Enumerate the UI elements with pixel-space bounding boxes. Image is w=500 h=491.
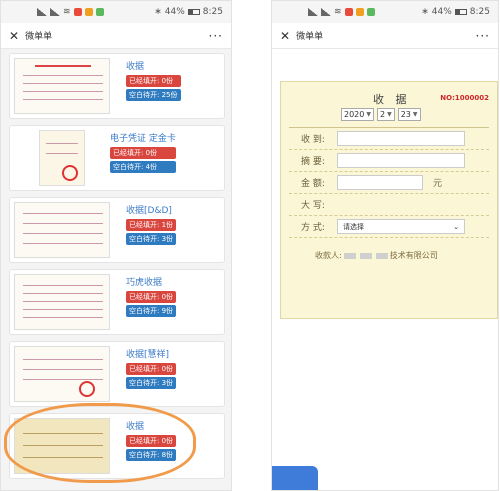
empty-count-badge: 空白待开: 3份 — [126, 377, 177, 389]
battery-percent: 44% — [431, 7, 452, 17]
status-time: 8:25 — [469, 7, 490, 17]
filled-count-badge: 已经填开: 1份 — [126, 219, 177, 231]
method-row: 方 式: 请选择 ⌄ — [289, 216, 489, 238]
template-name[interactable]: 电子凭证 定金卡 — [110, 131, 176, 144]
battery-icon — [187, 9, 200, 15]
page-title: 微单单 — [296, 32, 324, 42]
more-options-icon[interactable]: ··· — [476, 29, 490, 43]
template-thumbnail — [14, 418, 110, 474]
summary-label: 摘 要: — [301, 157, 325, 167]
template-card[interactable]: 电子凭证 定金卡 已经填开: 0份 空白待开: 4份 — [9, 125, 225, 191]
payee-company: 技术有限公司 — [389, 251, 438, 260]
app-notification-icon — [84, 8, 93, 16]
template-thumbnail — [14, 346, 110, 402]
template-thumbnail — [14, 274, 110, 330]
payee-label: 收款人: — [315, 251, 342, 260]
wifi-icon: ≋ — [334, 7, 342, 17]
empty-count-badge: 空白待开: 25份 — [126, 89, 181, 101]
app-notification-icon — [344, 8, 353, 16]
year-select[interactable]: 2020 ▼ — [341, 108, 374, 121]
amount-label: 金 额: — [301, 179, 325, 189]
redacted-text — [375, 252, 388, 259]
chevron-down-icon: ▼ — [387, 111, 392, 118]
received-row: 收 到: — [289, 128, 489, 150]
title-bar: ✕ 微单单 ··· — [272, 23, 498, 49]
payment-method-select[interactable]: 请选择 ⌄ — [337, 219, 465, 234]
month-select[interactable]: 2 ▼ — [376, 108, 395, 121]
chevron-down-icon: ▼ — [412, 111, 418, 118]
receipt-title: 收 据 — [373, 93, 411, 106]
empty-count-badge: 空白待开: 4份 — [110, 161, 176, 173]
bluetooth-icon: ∗ — [421, 7, 429, 17]
summary-row: 摘 要: — [289, 150, 489, 172]
app-notification-icon — [95, 8, 104, 16]
template-card[interactable]: 收据 已经填开: 0份 空白待开: 8份 — [9, 413, 225, 479]
filled-count-badge: 已经填开: 0份 — [110, 147, 176, 159]
right-screen: ≋ ∗ 44% 8:25 ✕ 微单单 ··· 收 据 NO:1000002 20… — [271, 0, 499, 491]
wifi-icon: ≋ — [63, 7, 71, 17]
template-name[interactable]: 收据 — [126, 419, 176, 432]
filled-count-badge: 已经填开: 0份 — [126, 291, 177, 303]
status-bar: ≋ ∗ 44% 8:25 — [272, 1, 498, 23]
template-thumbnail — [14, 202, 110, 258]
date-selector: 2020 ▼ 2 ▼ 23 ▼ — [341, 108, 489, 121]
filled-count-badge: 已经填开: 0份 — [126, 75, 181, 87]
signal-icon — [308, 8, 318, 16]
signal-icon — [50, 8, 60, 16]
template-thumbnail — [14, 58, 110, 114]
filled-count-badge: 已经填开: 0份 — [126, 435, 177, 447]
signal-icon — [321, 8, 331, 16]
template-card[interactable]: 收据[D&D] 已经填开: 1份 空白待开: 3份 — [9, 197, 225, 263]
empty-count-badge: 空白待开: 8份 — [126, 449, 177, 461]
app-notification-icon — [73, 8, 82, 16]
receipt-template-list: 收据 已经填开: 0份 空白待开: 25份 电子凭证 定金卡 已经填开: 0份 … — [1, 49, 231, 490]
template-card[interactable]: 巧虎收据 已经填开: 0份 空白待开: 9份 — [9, 269, 225, 335]
received-input[interactable] — [337, 131, 465, 146]
amount-row: 金 额: 元 — [289, 172, 489, 194]
battery-percent: 44% — [164, 7, 185, 17]
status-bar: ≋ ∗ 44% 8:25 — [1, 1, 231, 23]
redacted-text — [359, 252, 372, 259]
receipt-form: 收 据 NO:1000002 2020 ▼ 2 ▼ 23 ▼ 收 到: 摘 要: 金 … — [280, 81, 498, 319]
battery-icon — [454, 9, 467, 15]
upper-row: 大 写: — [289, 194, 489, 216]
summary-input[interactable] — [337, 153, 465, 168]
bottom-action-button[interactable] — [272, 466, 318, 490]
bluetooth-icon: ∗ — [154, 7, 162, 17]
empty-count-badge: 空白待开: 9份 — [126, 305, 177, 317]
amount-unit: 元 — [433, 179, 443, 189]
method-label: 方 式: — [301, 223, 325, 233]
day-select[interactable]: 23 ▼ — [397, 108, 421, 121]
receipt-form-area: 收 据 NO:1000002 2020 ▼ 2 ▼ 23 ▼ 收 到: 摘 要: 金 … — [272, 49, 498, 490]
template-name[interactable]: 收据 — [126, 59, 181, 72]
filled-count-badge: 已经填开: 0份 — [126, 363, 177, 375]
payee-row: 收款人: 技术有限公司 — [289, 250, 489, 261]
template-thumbnail — [39, 130, 85, 186]
empty-count-badge: 空白待开: 3份 — [126, 233, 177, 245]
left-screen: ≋ ∗ 44% 8:25 ✕ 微单单 ··· 收据 已经填开: 0份 空白待开:… — [0, 0, 232, 491]
close-icon[interactable]: ✕ — [280, 29, 290, 43]
chevron-down-icon: ▼ — [366, 111, 371, 118]
chevron-down-icon: ⌄ — [453, 222, 459, 231]
template-card[interactable]: 收据 已经填开: 0份 空白待开: 25份 — [9, 53, 225, 119]
upper-label: 大 写: — [301, 201, 325, 211]
template-name[interactable]: 收据[D&D] — [126, 203, 176, 216]
app-notification-icon — [355, 8, 364, 16]
received-label: 收 到: — [301, 135, 325, 145]
close-icon[interactable]: ✕ — [9, 29, 19, 43]
more-options-icon[interactable]: ··· — [209, 29, 223, 43]
amount-input[interactable] — [337, 175, 423, 190]
app-notification-icon — [366, 8, 375, 16]
page-title: 微单单 — [25, 32, 53, 42]
template-card[interactable]: 收据[慧祥] 已经填开: 0份 空白待开: 3份 — [9, 341, 225, 407]
signal-icon — [37, 8, 47, 16]
title-bar: ✕ 微单单 ··· — [1, 23, 231, 49]
redacted-text — [343, 252, 356, 259]
status-time: 8:25 — [202, 7, 223, 17]
template-name[interactable]: 巧虎收据 — [126, 275, 176, 288]
receipt-number: NO:1000002 — [440, 94, 489, 102]
template-name[interactable]: 收据[慧祥] — [126, 347, 176, 360]
